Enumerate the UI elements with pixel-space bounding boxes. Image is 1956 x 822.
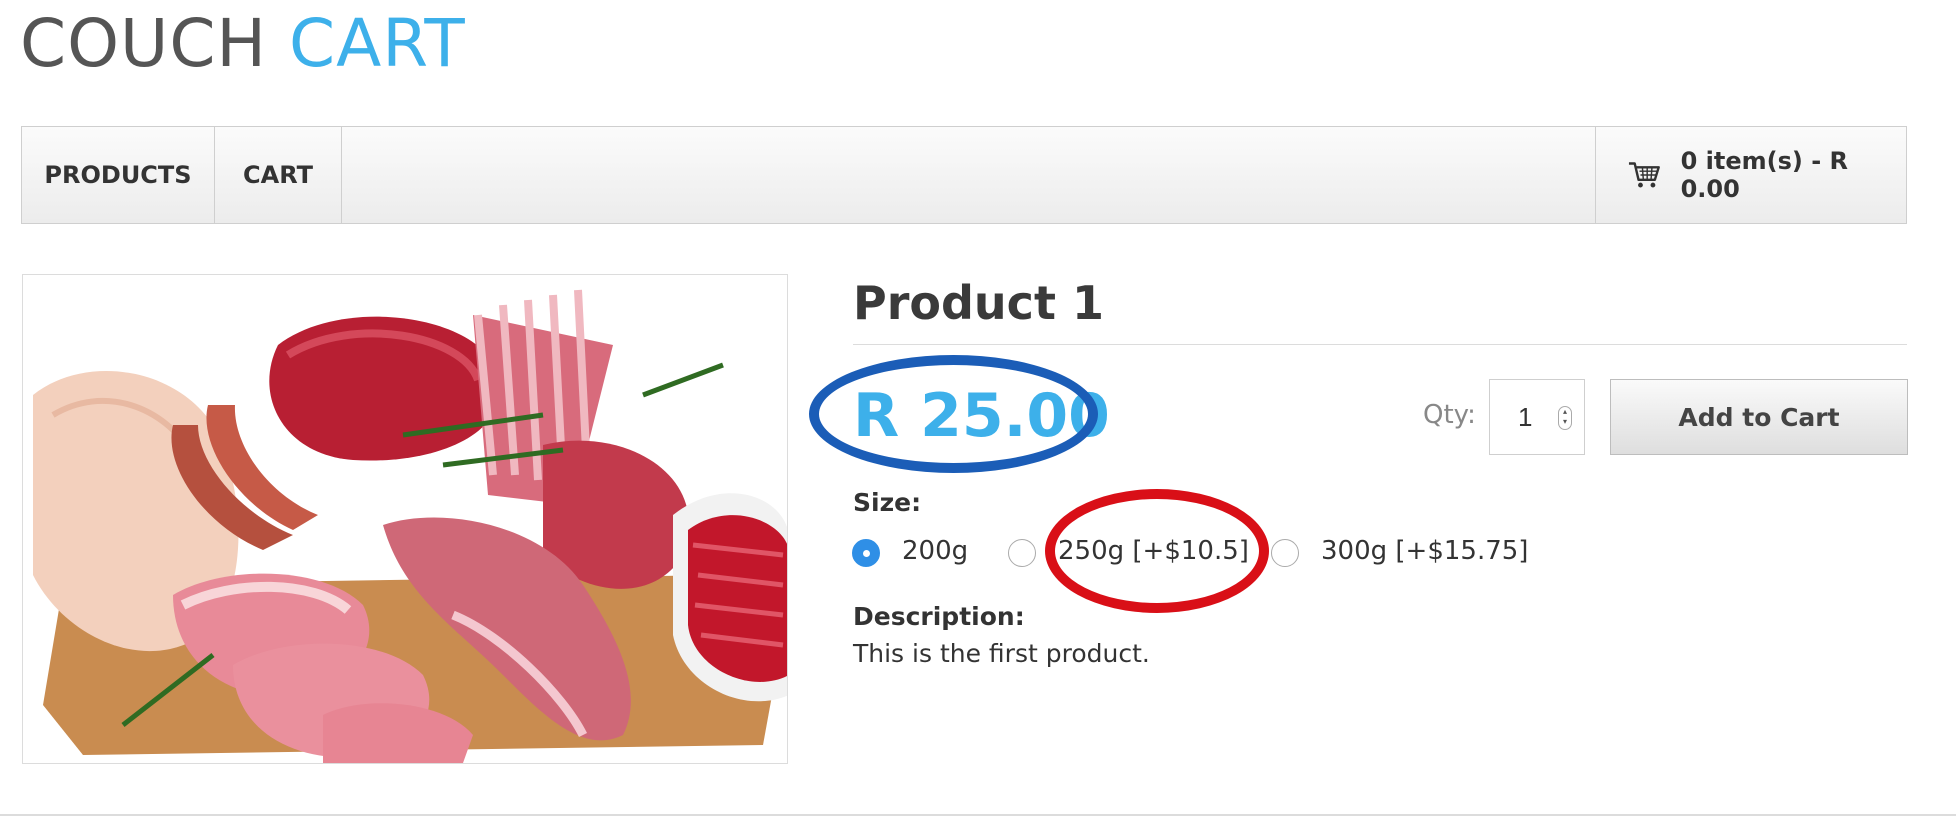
cart-summary-link[interactable]: 0 item(s) - R 0.00 bbox=[1595, 127, 1906, 223]
size-option-label[interactable]: 300g [+$15.75] bbox=[1321, 534, 1528, 568]
size-option-label[interactable]: 200g bbox=[902, 534, 968, 568]
quantity-input[interactable]: 1 ▴ ▾ bbox=[1489, 379, 1585, 455]
product-price: R 25.00 bbox=[853, 381, 1110, 451]
cart-summary-text: 0 item(s) - R 0.00 bbox=[1680, 147, 1849, 203]
size-label: Size: bbox=[853, 488, 922, 517]
add-to-cart-button[interactable]: Add to Cart bbox=[1610, 379, 1908, 455]
logo-word-cart: CART bbox=[289, 5, 466, 82]
size-option-label[interactable]: 250g [+$10.5] bbox=[1058, 534, 1249, 568]
main-navbar: PRODUCTS CART 0 item(s) - R 0.00 bbox=[21, 126, 1907, 224]
description-label: Description: bbox=[853, 602, 1025, 631]
qty-label: Qty: bbox=[1423, 400, 1476, 430]
quantity-value: 1 bbox=[1518, 401, 1533, 432]
quantity-stepper[interactable]: ▴ ▾ bbox=[1558, 406, 1572, 430]
product-title: Product 1 bbox=[853, 276, 1104, 330]
site-logo[interactable]: COUCH CART bbox=[20, 4, 466, 84]
nav-item-products[interactable]: PRODUCTS bbox=[22, 127, 215, 223]
nav-item-cart[interactable]: CART bbox=[215, 127, 342, 223]
shopping-cart-icon bbox=[1628, 162, 1660, 188]
size-radio-250g[interactable] bbox=[1008, 539, 1036, 567]
description-text: This is the first product. bbox=[853, 639, 1150, 668]
product-image bbox=[22, 274, 788, 764]
footer-divider bbox=[0, 814, 1956, 816]
logo-word-couch: COUCH bbox=[20, 5, 268, 82]
size-radio-300g[interactable] bbox=[1271, 539, 1299, 567]
size-radio-200g[interactable] bbox=[852, 539, 880, 567]
title-divider bbox=[853, 344, 1907, 345]
